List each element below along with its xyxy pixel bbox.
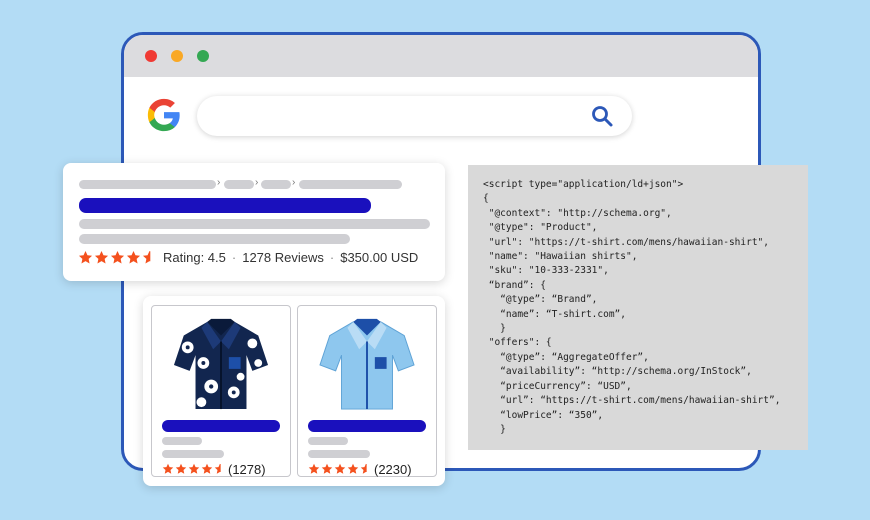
maximize-window-button[interactable] xyxy=(197,50,209,62)
minimize-window-button[interactable] xyxy=(171,50,183,62)
star-icon xyxy=(308,463,320,475)
product-price-line xyxy=(308,450,370,458)
star-icon xyxy=(334,463,346,475)
code-line: "name": "Hawaiian shirts", xyxy=(483,251,638,263)
breadcrumb-separator: › xyxy=(255,177,259,188)
star-half-icon xyxy=(360,463,372,475)
breadcrumb-segment xyxy=(299,180,402,189)
plain-shirt-icon xyxy=(319,318,415,410)
breadcrumb-segment xyxy=(224,180,254,189)
search-input[interactable] xyxy=(197,96,632,136)
price-text: $350.00 USD xyxy=(340,250,419,265)
star-icon xyxy=(126,250,141,265)
product-meta-line xyxy=(162,437,202,445)
code-line: “brand”: { xyxy=(483,279,546,291)
star-icon xyxy=(347,463,359,475)
star-icon xyxy=(321,463,333,475)
breadcrumb-segment xyxy=(79,180,216,189)
star-icon xyxy=(162,463,174,475)
product-review-count: (1278) xyxy=(228,462,266,477)
code-line: “@type”: “Brand”, xyxy=(483,294,598,306)
code-line: “priceCurrency”: “USD”, xyxy=(483,380,632,392)
result-snippet-line xyxy=(79,219,430,229)
reviews-count: 1278 Reviews xyxy=(242,250,324,265)
rating-separator: · xyxy=(231,250,237,265)
code-line: “lowPrice”: “350”, xyxy=(483,409,604,421)
structured-data-code-panel: <script type="application/ld+json"> { "@… xyxy=(468,165,808,450)
star-icon xyxy=(94,250,109,265)
code-line: "offers": { xyxy=(483,337,552,349)
product-meta-line xyxy=(308,437,348,445)
code-line: “url”: “https://t-shirt.com/mens/hawaiia… xyxy=(483,395,781,407)
code-line: "sku": "10-333-2331", xyxy=(483,265,609,277)
close-window-button[interactable] xyxy=(145,50,157,62)
breadcrumb-separator: › xyxy=(217,177,221,188)
code-line: "@context": "http://schema.org", xyxy=(483,207,672,219)
star-icon xyxy=(201,463,213,475)
rating-text: Rating: 4.5 xyxy=(163,250,226,265)
star-half-icon xyxy=(142,250,157,265)
product-carousel-card: (1278) (2230) xyxy=(143,296,445,486)
code-line: <script type="application/ld+json"> xyxy=(483,179,684,190)
product-rating-stars xyxy=(308,463,372,475)
magnifier-icon[interactable] xyxy=(590,104,614,128)
breadcrumb-separator: › xyxy=(292,177,296,188)
product-title-link[interactable] xyxy=(162,420,280,432)
code-line: “@type”: “AggregateOffer”, xyxy=(483,351,649,363)
star-icon xyxy=(175,463,187,475)
browser-titlebar xyxy=(124,35,758,77)
code-line: "url": "https://t-shirt.com/mens/hawaiia… xyxy=(483,236,769,248)
star-icon xyxy=(78,250,93,265)
code-line: { xyxy=(483,193,489,205)
code-line: } xyxy=(483,323,506,335)
breadcrumb-segment xyxy=(261,180,291,189)
result-rating-line: Rating: 4.5 · 1278 Reviews · $350.00 USD xyxy=(163,250,418,265)
result-title-link[interactable] xyxy=(79,198,371,213)
product-card[interactable]: (2230) xyxy=(297,305,437,477)
hawaiian-shirt-icon xyxy=(173,318,269,410)
result-rating-stars xyxy=(78,250,157,265)
star-icon xyxy=(188,463,200,475)
rating-separator: · xyxy=(329,250,335,265)
google-g-icon xyxy=(147,98,180,132)
product-price-line xyxy=(162,450,224,458)
code-line: "@type": "Product", xyxy=(483,222,598,234)
code-line: “name”: “T-shirt.com”, xyxy=(483,308,626,320)
product-card[interactable]: (1278) xyxy=(151,305,291,477)
product-review-count: (2230) xyxy=(374,462,412,477)
star-icon xyxy=(110,250,125,265)
result-snippet-line xyxy=(79,234,350,244)
product-rating-stars xyxy=(162,463,226,475)
product-title-link[interactable] xyxy=(308,420,426,432)
code-line: “availability”: “http://schema.org/InSto… xyxy=(483,366,752,378)
star-half-icon xyxy=(214,463,226,475)
json-ld-code: <script type="application/ld+json"> { "@… xyxy=(468,165,808,437)
code-line: } xyxy=(483,423,506,435)
